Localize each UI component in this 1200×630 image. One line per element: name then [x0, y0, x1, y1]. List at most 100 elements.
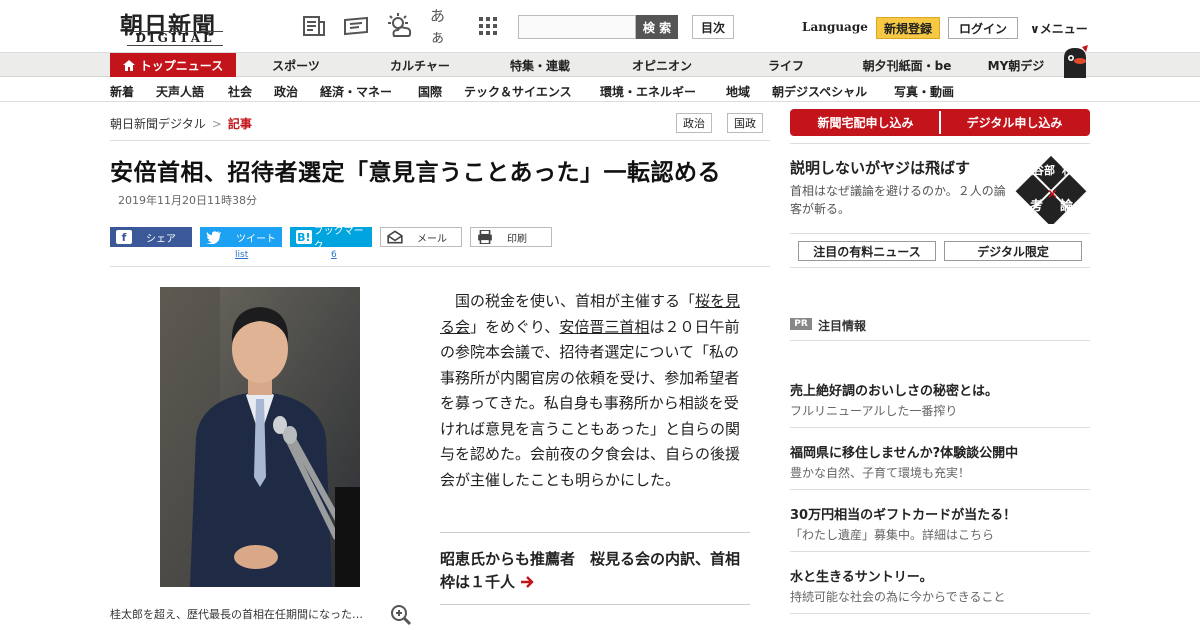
- pr-item-desc[interactable]: 「わたし遺産」募集中。詳細はこちら: [790, 526, 994, 543]
- search-input[interactable]: [518, 15, 636, 39]
- related-article-title: 昭恵氏からも推薦者 桜見る会の内訳、首相枠は１千人: [440, 550, 741, 591]
- home-icon: [122, 59, 135, 71]
- nav2-international[interactable]: 国際: [418, 83, 442, 100]
- weather-icon[interactable]: [386, 12, 414, 40]
- toc-button[interactable]: 目次: [692, 15, 734, 39]
- nav2-photo-video[interactable]: 写真・動画: [894, 83, 954, 100]
- nav-culture[interactable]: カルチャー: [370, 53, 470, 77]
- divider: [440, 604, 750, 605]
- twitter-count[interactable]: list: [235, 250, 248, 260]
- mail-share-button[interactable]: メール: [380, 227, 462, 247]
- digital-only-button[interactable]: デジタル限定: [944, 241, 1082, 261]
- nav2-new[interactable]: 新着: [110, 83, 134, 100]
- print-button[interactable]: 印刷: [470, 227, 552, 247]
- twitter-icon: [206, 231, 221, 244]
- divider: [790, 613, 1090, 614]
- divider: [790, 143, 1090, 144]
- article-date: 2019年11月20日11時38分: [118, 194, 257, 207]
- breadcrumb-separator: >: [211, 117, 222, 131]
- article-photo[interactable]: [160, 287, 360, 587]
- divider: [110, 266, 770, 267]
- tag-politics[interactable]: 政治: [676, 113, 712, 133]
- nav2-tenseijingo[interactable]: 天声人語: [156, 83, 204, 100]
- site-header: 朝日新聞 DIGITAL あぁ 検 索 目次 Language 新規登録 ログイ…: [0, 0, 1200, 52]
- nav2-politics[interactable]: 政治: [274, 83, 298, 100]
- breadcrumb-home[interactable]: 朝日新聞デジタル: [110, 117, 206, 131]
- article-body: 国の税金を使い、首相が主催する「桜を見る会」をめぐり、安倍晋三首相は２０日午前の…: [440, 289, 752, 493]
- related-article-link[interactable]: 昭恵氏からも推薦者 桜見る会の内訳、首相枠は１千人: [440, 548, 752, 594]
- nav-sports[interactable]: スポーツ: [254, 53, 338, 77]
- divider: [440, 532, 750, 533]
- ticket-icon[interactable]: [342, 12, 370, 40]
- grid-menu-icon[interactable]: [474, 12, 502, 40]
- hatena-bookmark-button[interactable]: B! ブックマーク: [290, 226, 372, 252]
- svg-text:長谷部: 長谷部: [1022, 163, 1055, 177]
- photo-caption: 桂太郎を超え、歴代最長の首相在任期間になった…: [110, 608, 363, 621]
- nav2-special[interactable]: 朝デジスペシャル: [772, 83, 867, 100]
- register-button[interactable]: 新規登録: [876, 17, 940, 39]
- nav-opinion[interactable]: オピニオン: [612, 53, 712, 77]
- divider: [790, 427, 1090, 428]
- nav2-region[interactable]: 地域: [726, 83, 750, 100]
- mail-icon: [387, 230, 403, 244]
- nav2-society[interactable]: 社会: [228, 83, 252, 100]
- login-button[interactable]: ログイン: [948, 17, 1018, 39]
- language-link[interactable]: Language: [802, 20, 868, 34]
- divider: [790, 267, 1090, 268]
- font-size-icon[interactable]: あぁ: [430, 7, 458, 46]
- mascot-icon[interactable]: [1058, 44, 1092, 78]
- pr-heading: 注目情報: [818, 319, 867, 333]
- pr-item-title[interactable]: 水と生きるサントリー。: [790, 566, 933, 585]
- newspaper-icon[interactable]: [300, 12, 328, 40]
- pr-item-desc[interactable]: 豊かな自然、子育て環境も充実！: [790, 464, 970, 481]
- search-button[interactable]: 検 索: [636, 15, 678, 39]
- subscribe-digital-button[interactable]: デジタル申し込み: [941, 111, 1088, 134]
- menu-button[interactable]: ∨メニュー: [1030, 20, 1088, 37]
- nav2-economy[interactable]: 経済・マネー: [320, 83, 392, 100]
- pr-item-title[interactable]: 30万円相当のギフトカードが当たる！: [790, 504, 1016, 523]
- pr-item-desc[interactable]: フルリニューアルした一番搾り: [790, 402, 957, 419]
- pr-item-title[interactable]: 売上絶好調のおいしさの秘密とは。: [790, 380, 998, 399]
- hatena-icon: B!: [296, 230, 312, 244]
- site-logo-sub[interactable]: DIGITAL: [127, 31, 223, 46]
- divider: [790, 340, 1090, 341]
- nav-features[interactable]: 特集・連載: [490, 53, 590, 77]
- link-abe[interactable]: 安倍晋三首相: [559, 318, 649, 336]
- facebook-icon: f: [116, 230, 132, 244]
- facebook-share-label: シェア: [146, 233, 176, 245]
- print-label: 印刷: [507, 233, 527, 245]
- body-text: 」をめぐり、: [470, 317, 560, 336]
- subscribe-paper-button[interactable]: 新聞宅配申し込み: [792, 111, 939, 134]
- nav-top-news[interactable]: トップニュース: [110, 53, 236, 77]
- secondary-nav: 新着 天声人語 社会 政治 経済・マネー 国際 テック＆サイエンス 環境・エネル…: [0, 78, 1200, 102]
- breadcrumb: 朝日新聞デジタル > 記事: [110, 115, 252, 132]
- nav2-environment[interactable]: 環境・エネルギー: [600, 83, 696, 100]
- arrow-right-icon: [521, 576, 534, 588]
- promo-image[interactable]: 長谷部 杉田 考 × 論: [1012, 150, 1090, 224]
- twitter-share-button[interactable]: ツイート: [200, 227, 282, 247]
- paid-news-button[interactable]: 注目の有料ニュース: [798, 241, 936, 261]
- nav-life[interactable]: ライフ: [744, 53, 828, 77]
- zoom-icon[interactable]: [390, 604, 412, 626]
- pr-item-desc[interactable]: 持続可能な社会の為に今からできること: [790, 588, 1005, 605]
- nav-newspaper[interactable]: 朝夕刊紙面・be: [852, 53, 962, 77]
- divider: [790, 233, 1090, 234]
- svg-text:杉田: 杉田: [1062, 163, 1084, 177]
- nav2-tech[interactable]: テック＆サイエンス: [464, 83, 572, 100]
- promo-title[interactable]: 説明しないがヤジは飛ばす: [790, 157, 970, 178]
- pr-item-title[interactable]: 福岡県に移住しませんか?体験談公開中: [790, 442, 1018, 461]
- svg-text:論: 論: [1060, 198, 1074, 214]
- body-text: 国の税金を使い、首相が主催する「: [440, 292, 696, 310]
- primary-nav: トップニュース スポーツ カルチャー 特集・連載 オピニオン ライフ 朝夕刊紙面…: [0, 52, 1200, 77]
- facebook-share-button[interactable]: f シェア: [110, 227, 192, 247]
- breadcrumb-current: 記事: [227, 117, 252, 131]
- pr-badge: PR: [790, 318, 812, 330]
- tag-national[interactable]: 国政: [727, 113, 763, 133]
- hatena-count[interactable]: 6: [331, 250, 337, 260]
- body-text: は２０日午前の参院本会議で、招待者選定について「私の事務所が内閣官房の依頼を受け…: [440, 317, 741, 489]
- svg-text:考: 考: [1030, 198, 1043, 214]
- article-headline: 安倍首相、招待者選定「意見言うことあった」一転認める: [110, 160, 721, 186]
- nav-my-asahi[interactable]: MY朝デジ: [980, 53, 1052, 77]
- divider: [110, 140, 770, 141]
- divider: [790, 489, 1090, 490]
